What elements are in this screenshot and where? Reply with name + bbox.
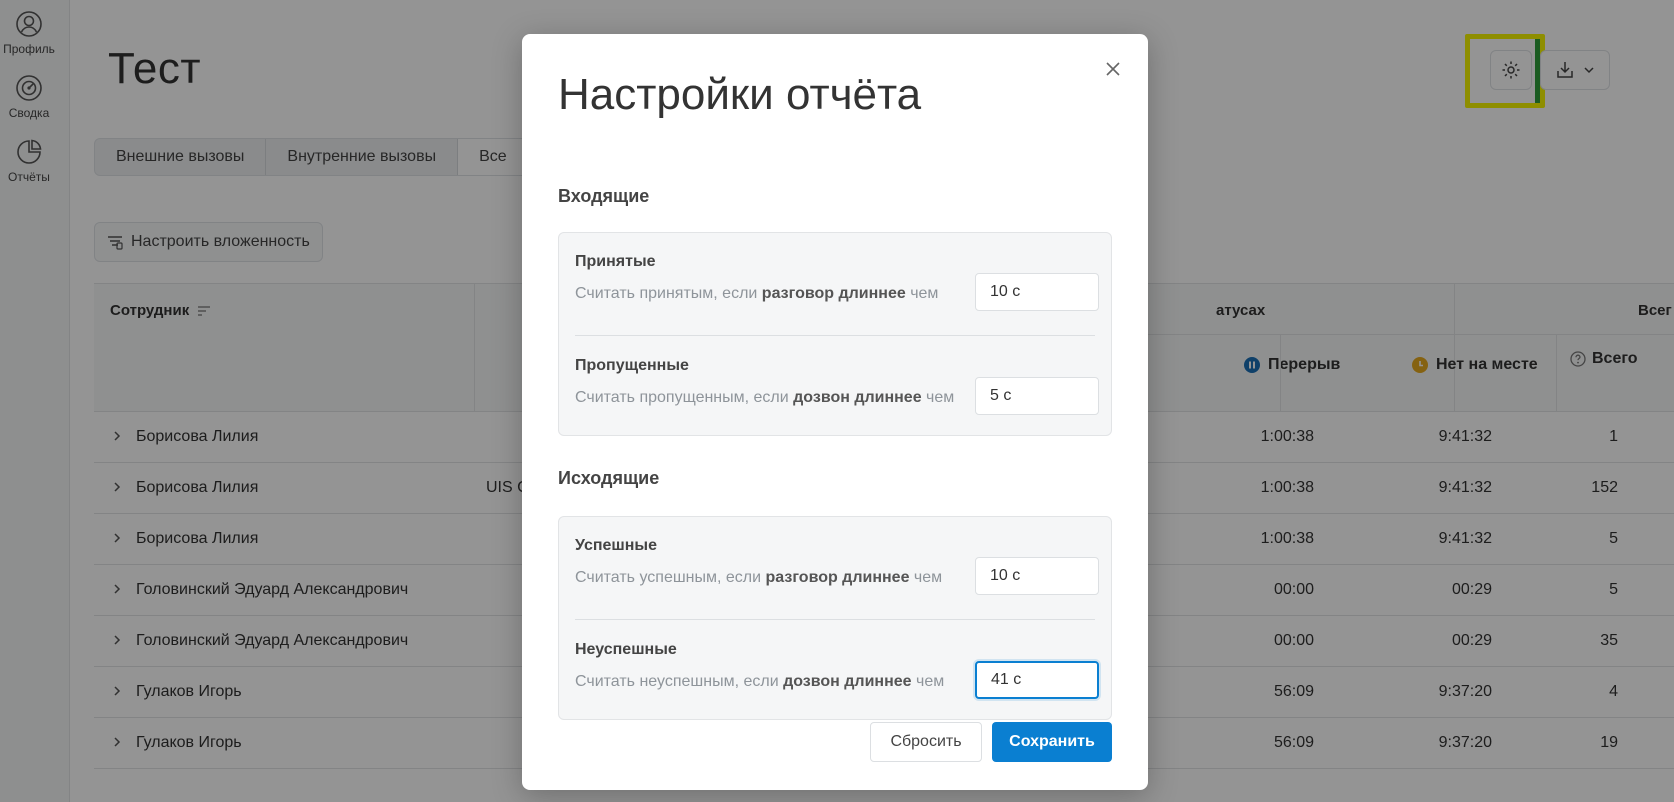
card-divider: [575, 335, 1095, 336]
unsuccessful-description: Считать неуспешным, если дозвон длиннее …: [575, 673, 945, 690]
successful-title: Успешные: [575, 537, 657, 554]
save-button[interactable]: Сохранить: [992, 722, 1112, 762]
successful-threshold-input[interactable]: [975, 557, 1099, 595]
successful-description: Считать успешным, если разговор длиннее …: [575, 569, 943, 586]
accepted-description: Считать принятым, если разговор длиннее …: [575, 285, 939, 302]
missed-setting: Пропущенные Считать пропущенным, если до…: [559, 337, 1111, 441]
outgoing-settings-card: Успешные Считать успешным, если разговор…: [558, 516, 1112, 720]
card-divider: [575, 619, 1095, 620]
missed-description: Считать пропущенным, если дозвон длиннее…: [575, 389, 955, 406]
unsuccessful-title: Неуспешные: [575, 641, 677, 658]
unsuccessful-setting: Неуспешные Считать неуспешным, если дозв…: [559, 621, 1111, 725]
outgoing-section-title: Исходящие: [558, 468, 660, 488]
missed-title: Пропущенные: [575, 357, 689, 374]
report-settings-modal: Настройки отчёта Входящие Принятые Счита…: [522, 34, 1148, 790]
unsuccessful-threshold-input[interactable]: [975, 661, 1099, 699]
modal-title: Настройки отчёта: [558, 70, 922, 119]
accepted-threshold-input[interactable]: [975, 273, 1099, 311]
close-icon[interactable]: [1102, 58, 1124, 80]
incoming-section-title: Входящие: [558, 186, 650, 206]
reset-button[interactable]: Сбросить: [870, 722, 982, 762]
incoming-settings-card: Принятые Считать принятым, если разговор…: [558, 232, 1112, 436]
accepted-title: Принятые: [575, 253, 656, 270]
missed-threshold-input[interactable]: [975, 377, 1099, 415]
successful-setting: Успешные Считать успешным, если разговор…: [559, 517, 1111, 621]
accepted-setting: Принятые Считать принятым, если разговор…: [559, 233, 1111, 337]
